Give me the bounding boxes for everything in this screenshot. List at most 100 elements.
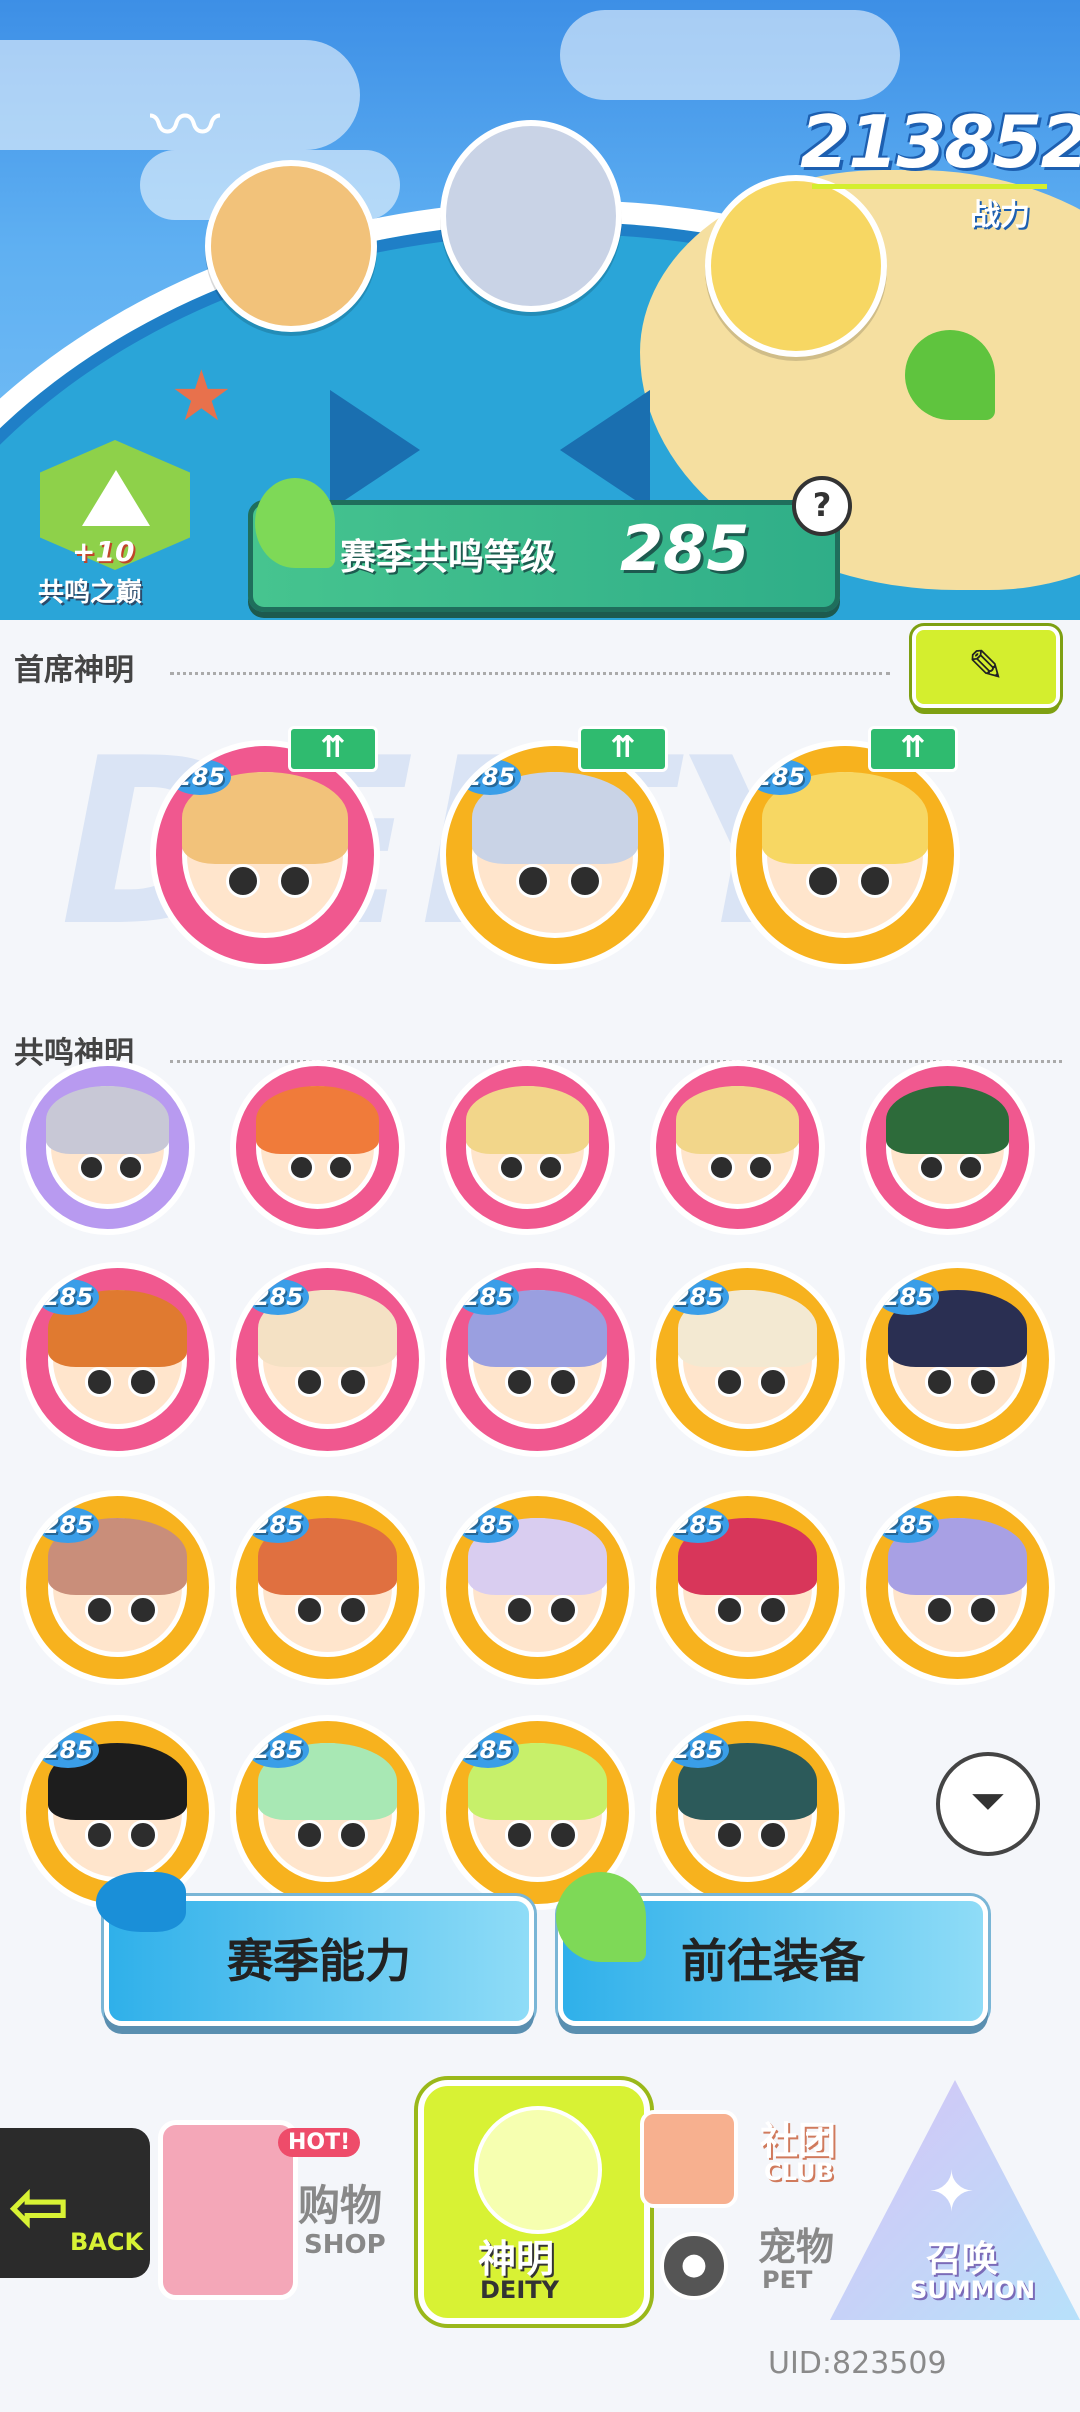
resonance-peak-label: 共鸣之巅 (38, 578, 143, 608)
deity-avatar-card[interactable] (650, 1060, 825, 1235)
deity-character-icon (474, 2106, 602, 2234)
deity-level: 285 (666, 1506, 730, 1543)
deity-avatar-card[interactable]: 285 (730, 740, 960, 970)
combat-power-underline (812, 184, 1047, 189)
deity-level: 285 (456, 1278, 520, 1315)
club-label-en: CLUB (764, 2158, 834, 2186)
question-icon[interactable]: ? (792, 476, 852, 536)
combat-power-value: 213852 (800, 100, 1080, 184)
palm-leaf-icon (255, 478, 335, 568)
deity-avatar-card[interactable] (860, 1060, 1035, 1235)
up-arrows-icon: ⇈ (578, 726, 668, 772)
deity-avatar-card[interactable]: 285 (650, 1715, 845, 1910)
filter-icon[interactable]: ⏷ (936, 1752, 1040, 1856)
season-level-value: 285 (620, 512, 750, 585)
shop-label-cn: 购物 (298, 2181, 383, 2230)
hero-banner: 〰 ★ 213852 战力 +10 共鸣之巅 赛季共鸣等级 285 ? (0, 0, 1080, 620)
up-arrows-icon: ⇈ (288, 726, 378, 772)
deity-eye (924, 1594, 955, 1625)
cloud (560, 10, 900, 100)
palm-leaf-icon (556, 1872, 646, 1962)
shop-label-en: SHOP (304, 2230, 386, 2260)
go-equipment-label: 前往装备 (681, 1934, 865, 1988)
edit-button[interactable]: ✎ (912, 626, 1060, 708)
deity-level: 285 (456, 1506, 520, 1543)
deity-eye (128, 1594, 159, 1625)
deity-avatar-card[interactable]: 285 (150, 740, 380, 970)
season-ability-label: 赛季能力 (227, 1934, 411, 1988)
deity-eye (714, 1594, 745, 1625)
deity-avatar-card[interactable]: 285 (650, 1490, 845, 1685)
deity-level: 285 (456, 1731, 520, 1768)
deity-tab-label-cn: 神明 (478, 2237, 555, 2281)
pet-label-cn: 宠物 (758, 2225, 835, 2269)
deity-eye (338, 1594, 369, 1625)
pencil-icon: ✎ (967, 641, 1005, 692)
deity-hair (885, 1085, 1010, 1154)
deity-eye (758, 1366, 789, 1397)
deity-eye (504, 1819, 535, 1850)
deity-eye (548, 1594, 579, 1625)
deity-level: 285 (36, 1506, 100, 1543)
deity-hair (255, 1085, 380, 1154)
club-bag-icon (640, 2110, 738, 2208)
mountain-icon (82, 470, 150, 526)
deity-eye (758, 1594, 789, 1625)
back-button[interactable]: ⇦ BACK (0, 2128, 150, 2278)
deity-eye (548, 1819, 579, 1850)
summon-label-en: SUMMON (910, 2276, 1036, 2304)
deity-eye (758, 1819, 789, 1850)
deity-level: 285 (459, 759, 522, 796)
deity-eye (338, 1366, 369, 1397)
deity-avatar-card[interactable]: 285 (860, 1490, 1055, 1685)
deity-eye (128, 1366, 159, 1397)
deity-eye (548, 1366, 579, 1397)
deity-avatar-card[interactable]: 285 (230, 1490, 425, 1685)
deity-eye (225, 863, 261, 899)
deity-level: 285 (876, 1506, 940, 1543)
summon-star-icon: ✦ (928, 2160, 975, 2225)
deity-avatar-card[interactable]: 285 (650, 1262, 845, 1457)
deity-avatar-card[interactable]: 285 (230, 1262, 425, 1457)
lock-icon: ● (660, 2232, 728, 2300)
deity-avatar-card[interactable]: 285 (20, 1262, 215, 1457)
deity-eye (128, 1819, 159, 1850)
deity-eye (504, 1594, 535, 1625)
season-level-title: 赛季共鸣等级 (340, 537, 557, 578)
deity-level: 285 (36, 1731, 100, 1768)
deity-eye (294, 1819, 325, 1850)
deity-tab-button[interactable]: 神明 DEITY (418, 2080, 650, 2324)
deity-avatar-card[interactable]: 285 (440, 740, 670, 970)
deity-level: 285 (246, 1731, 310, 1768)
seagull-icon: 〰 (150, 85, 220, 167)
deity-level: 285 (246, 1506, 310, 1543)
up-arrows-icon: ⇈ (868, 726, 958, 772)
club-label-cn: 社团 (760, 2119, 837, 2163)
back-label: BACK (70, 2228, 144, 2256)
deity-avatar-card[interactable] (20, 1060, 195, 1235)
deity-avatar-card[interactable]: 285 (860, 1262, 1055, 1457)
hero-character-center (440, 120, 622, 312)
deity-eye (84, 1594, 115, 1625)
starfish-icon: ★ (170, 355, 233, 437)
back-arrow-icon: ⇦ (8, 2164, 71, 2250)
deity-level: 285 (666, 1731, 730, 1768)
deity-eye (924, 1366, 955, 1397)
deity-level: 285 (36, 1278, 100, 1315)
summon-button[interactable]: ✦ 召唤 SUMMON (830, 2080, 1080, 2320)
deity-avatar-card[interactable] (440, 1060, 615, 1235)
deity-avatar-card[interactable]: 285 (440, 1262, 635, 1457)
deity-eye (714, 1366, 745, 1397)
deity-avatar-card[interactable]: 285 (440, 1490, 635, 1685)
deity-avatar-card[interactable] (230, 1060, 405, 1235)
deity-eye (968, 1594, 999, 1625)
deity-avatar-card[interactable]: 285 (20, 1490, 215, 1685)
deity-level: 285 (666, 1278, 730, 1315)
deity-avatar-card[interactable]: 285 (230, 1715, 425, 1910)
shop-button[interactable]: HOT! 购物 SHOP (158, 2080, 408, 2300)
deity-eye (714, 1819, 745, 1850)
shop-hot-badge: HOT! (278, 2128, 361, 2157)
deity-eye (294, 1366, 325, 1397)
deity-eye (805, 863, 841, 899)
chief-deity-title: 首席神明 (14, 653, 134, 688)
